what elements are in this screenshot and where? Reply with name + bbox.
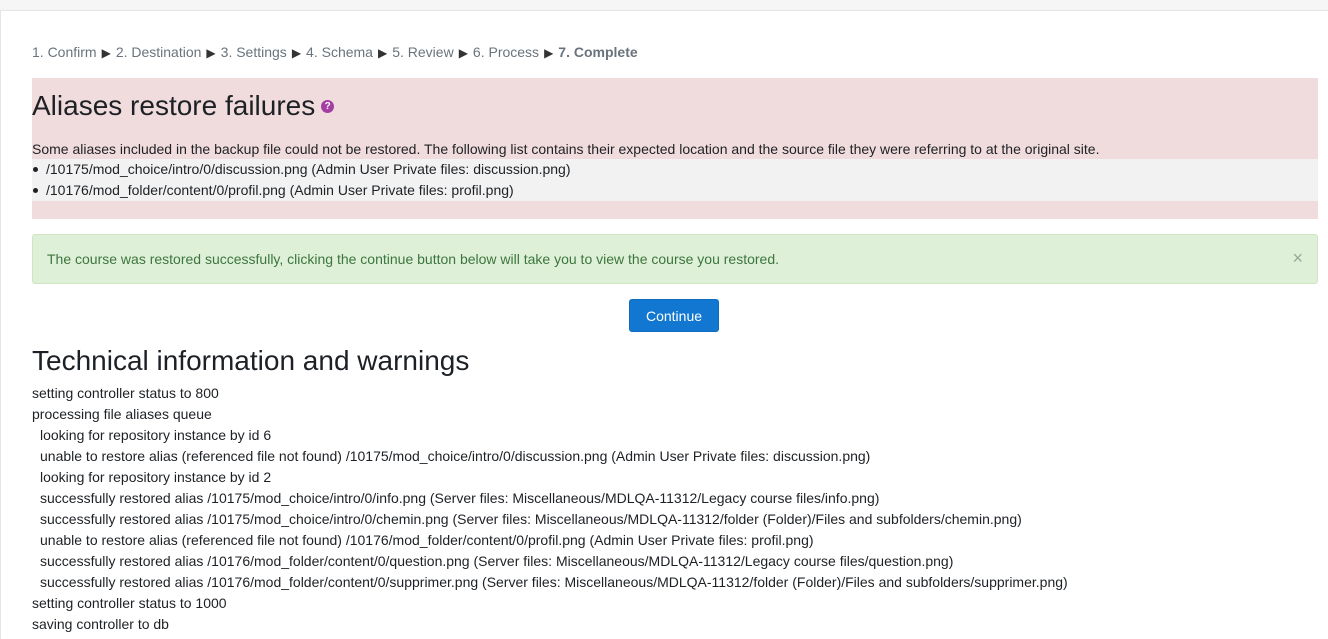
step-1: 1. Confirm xyxy=(32,44,97,60)
step-arrow-icon: ▶ xyxy=(377,46,388,60)
log-line: saving controller to db xyxy=(32,616,169,632)
log-line: successfully restored alias /10175/mod_c… xyxy=(40,490,880,506)
step-2: 2. Destination xyxy=(115,44,202,60)
step-arrow-icon: ▶ xyxy=(291,46,302,60)
success-message: The course was restored successfully, cl… xyxy=(47,251,779,267)
aliases-restore-failures-box: Aliases restore failures? Some aliases i… xyxy=(32,78,1318,219)
log-line: unable to restore alias (referenced file… xyxy=(40,532,814,548)
log-line: successfully restored alias /10176/mod_f… xyxy=(40,553,954,569)
technical-log: setting controller status to 800 processi… xyxy=(32,383,1068,635)
alias-item: /10175/mod_choice/intro/0/discussion.png… xyxy=(32,159,1318,180)
step-5: 5. Review xyxy=(392,44,454,60)
step-6: 6. Process xyxy=(472,44,540,60)
success-alert: The course was restored successfully, cl… xyxy=(32,234,1318,284)
log-line: setting controller status to 1000 xyxy=(32,595,227,611)
aliases-description: Some aliases included in the backup file… xyxy=(32,141,1100,157)
log-line: looking for repository instance by id 6 xyxy=(40,427,272,443)
log-line: unable to restore alias (referenced file… xyxy=(40,448,871,464)
page: 1. Confirm ▶ 2. Destination ▶ 3. Settings ▶ 4.… xyxy=(0,10,1328,639)
log-line: setting controller status to 800 xyxy=(32,385,219,401)
technical-info-title: Technical information and warnings xyxy=(32,345,470,376)
step-arrow-icon: ▶ xyxy=(458,46,468,60)
log-line: looking for repository instance by id 2 xyxy=(40,469,272,485)
aliases-title: Aliases restore failures? xyxy=(32,90,335,122)
log-line: processing file aliases queue xyxy=(32,406,212,422)
step-7: 7. Complete xyxy=(558,44,638,60)
step-4: 4. Schema xyxy=(306,44,373,60)
aliases-list: /10175/mod_choice/intro/0/discussion.png… xyxy=(32,159,1318,201)
step-arrow-icon: ▶ xyxy=(206,46,216,60)
help-icon[interactable]: ? xyxy=(321,100,335,114)
step-arrow-icon: ▶ xyxy=(544,46,554,60)
log-line: successfully restored alias /10176/mod_f… xyxy=(40,574,1068,590)
continue-button[interactable]: Continue xyxy=(629,299,719,332)
restore-steps-breadcrumb: 1. Confirm ▶ 2. Destination ▶ 3. Settings ▶ 4.… xyxy=(32,44,638,60)
step-3: 3. Settings xyxy=(220,44,287,60)
alias-item: /10176/mod_folder/content/0/profil.png (… xyxy=(32,180,1318,201)
log-line: successfully restored alias /10175/mod_c… xyxy=(40,511,1022,527)
step-arrow-icon: ▶ xyxy=(101,46,111,60)
aliases-title-text: Aliases restore failures xyxy=(32,90,316,121)
close-icon[interactable]: × xyxy=(1292,248,1303,268)
